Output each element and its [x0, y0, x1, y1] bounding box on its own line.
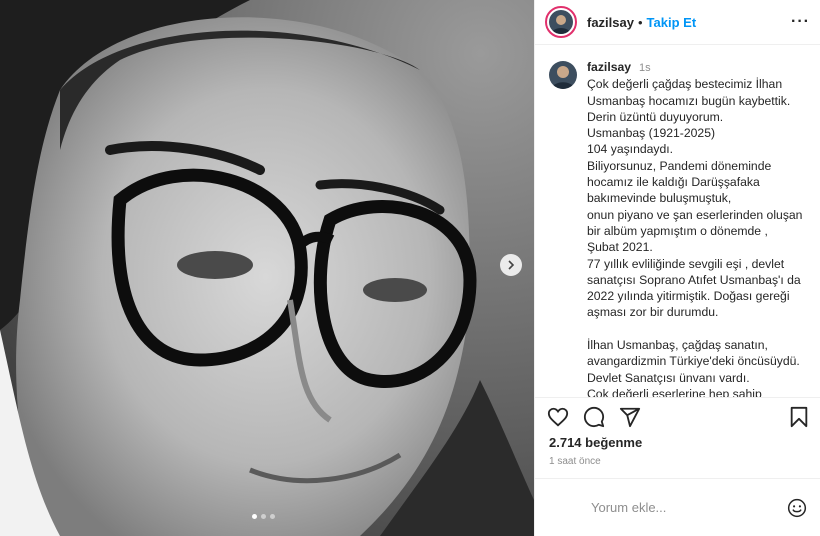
action-bar	[535, 397, 820, 435]
caption-line: aşması zor bir durumdu.	[587, 305, 719, 320]
heart-icon	[547, 407, 569, 426]
comment-button[interactable]	[583, 406, 605, 428]
caption-line: bir albüm yapmıştım o dönemde ,	[587, 223, 768, 238]
comment-icon	[583, 406, 605, 427]
caption-line: hocamız ile kaldığı Darüşşafaka	[587, 175, 760, 190]
caption-username[interactable]: fazilsay	[587, 60, 631, 74]
post-time: 1 saat önce	[549, 456, 601, 467]
caption-line: İlhan Usmanbaş, çağdaş sanatın,	[587, 338, 768, 353]
chevron-right-icon	[508, 260, 515, 270]
emoji-button[interactable]	[787, 498, 807, 518]
caption-line: Şubat 2021.	[587, 240, 653, 255]
caption-line: onun piyano ve şan eserlerinden oluşan	[587, 207, 803, 222]
caption-line: Usmanbaş hocamızı bugün kaybettik.	[587, 93, 791, 108]
caption-body: fazilsay 1s Çok değerli çağdaş bestecimiz…	[587, 59, 802, 397]
comment-bar	[535, 478, 820, 536]
likes-count[interactable]: 2.714 beğenme	[549, 435, 642, 450]
caption-line	[587, 321, 802, 337]
carousel-indicator	[252, 514, 275, 519]
more-options-button[interactable]: ···	[791, 13, 810, 31]
caption-line: Usmanbaş (1921-2025)	[587, 126, 716, 141]
carousel-next-button[interactable]	[500, 254, 522, 276]
caption-line: 77 yıllık evliliğinde sevgili eşi , devl…	[587, 256, 785, 271]
caption-line: Çok değerli eserlerine hep sahip	[587, 386, 762, 397]
caption: fazilsay 1s Çok değerli çağdaş bestecimiz…	[535, 45, 820, 397]
share-icon	[619, 407, 641, 427]
caption-line: Devlet Sanatçısı ünvanı vardı.	[587, 370, 750, 385]
username[interactable]: fazilsay	[587, 15, 634, 30]
caption-line: Biliyorsunuz, Pandemi döneminde	[587, 158, 772, 173]
carousel-dot-1	[252, 514, 257, 519]
bookmark-icon	[790, 406, 808, 427]
caption-time: 1s	[639, 62, 651, 74]
separator: •	[637, 14, 643, 30]
emoji-icon	[787, 498, 807, 517]
caption-avatar[interactable]	[549, 61, 577, 89]
caption-line: avangardizmin Türkiye'deki öncüsüydü.	[587, 354, 800, 369]
save-button[interactable]	[789, 406, 809, 428]
like-button[interactable]	[547, 406, 569, 428]
caption-line: bakımevinde buluşmuştuk,	[587, 191, 732, 206]
carousel-dot-2	[261, 514, 266, 519]
avatar[interactable]	[545, 6, 577, 38]
portrait-image	[0, 0, 534, 536]
share-button[interactable]	[619, 406, 641, 428]
carousel-dot-3	[270, 514, 275, 519]
caption-line: 104 yaşındaydı.	[587, 142, 674, 157]
caption-line: sanatçısı Soprano Atıfet Usmanbaş'ı da	[587, 272, 801, 287]
caption-line: 2022 yılında yitirmiştik. Doğası gereği	[587, 289, 790, 304]
caption-line: Çok değerli çağdaş bestecimiz İlhan	[587, 77, 783, 92]
caption-text: Çok değerli çağdaş bestecimiz İlhan Usman…	[587, 76, 802, 397]
post-header: fazilsay • Takip Et ···	[535, 0, 820, 45]
avatar-image	[549, 10, 573, 34]
follow-button[interactable]: Takip Et	[647, 15, 697, 30]
caption-scroll-area[interactable]: fazilsay 1s Çok değerli çağdaş bestecimiz…	[535, 45, 820, 397]
post-side-panel: fazilsay • Takip Et ··· fazilsay 1s Çok d…	[534, 0, 820, 536]
caption-line: Derin üzüntü duyuyorum.	[587, 109, 724, 124]
post-photo[interactable]	[0, 0, 534, 536]
comment-input[interactable]	[589, 499, 787, 516]
